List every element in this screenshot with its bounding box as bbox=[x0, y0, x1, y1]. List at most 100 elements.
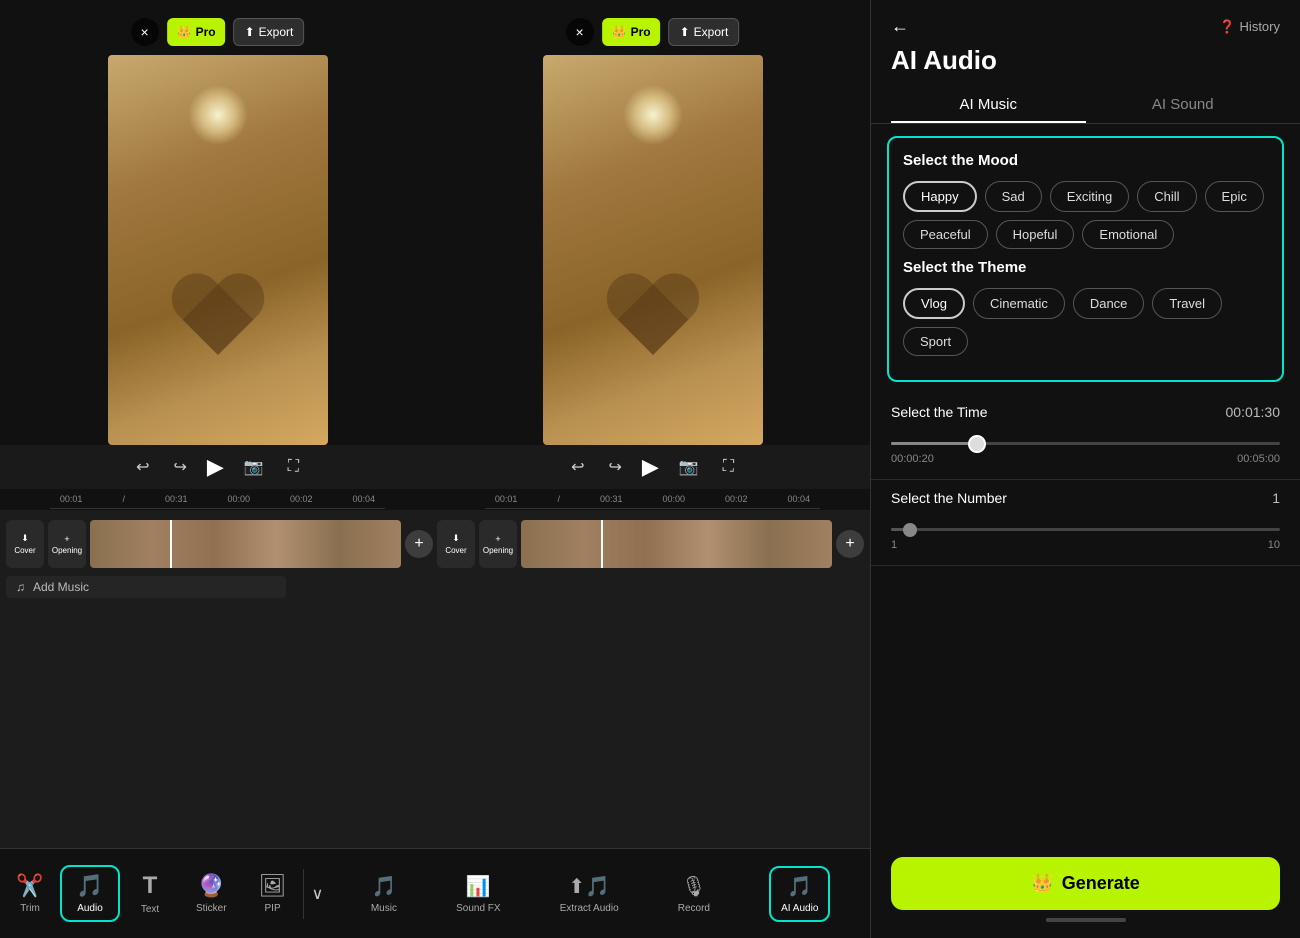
fullscreen-button-2[interactable]: ⛶ bbox=[719, 454, 738, 480]
heart-graphic-1 bbox=[168, 275, 268, 365]
mood-emotional[interactable]: Emotional bbox=[1082, 220, 1174, 249]
generate-label: Generate bbox=[1062, 873, 1140, 894]
camera-off-button-1[interactable]: 📷 bbox=[240, 453, 268, 481]
add-track-button-1[interactable]: + bbox=[405, 530, 433, 558]
tab-ai-music[interactable]: AI Music bbox=[891, 88, 1086, 123]
time-selector-label: Select the Time bbox=[891, 404, 988, 420]
upload-icon-1: ⬆ bbox=[245, 25, 255, 39]
trim-tool[interactable]: ✂️ Trim bbox=[0, 873, 60, 914]
number-slider-thumb[interactable] bbox=[903, 523, 917, 537]
pro-button-1[interactable]: 👑 Pro bbox=[167, 18, 226, 46]
plus-icon-2: + bbox=[495, 534, 500, 544]
extract-audio-tool[interactable]: ⬆🎵 Extract Audio bbox=[560, 874, 619, 914]
bottom-toolbar: ✂️ Trim 🎵 Audio T Text 🔮 Sticker 🖼 PIP ∨ bbox=[0, 848, 870, 938]
mood-exciting[interactable]: Exciting bbox=[1050, 181, 1130, 212]
time-slider-track bbox=[891, 442, 1280, 445]
heart-graphic-2 bbox=[603, 275, 703, 365]
timeline-track-1: ⬇ Cover + Opening + ⬇ Cover + Opening bbox=[0, 514, 870, 574]
time-slider-container[interactable]: 00:00:20 00:05:00 bbox=[891, 430, 1280, 469]
mood-epic[interactable]: Epic bbox=[1205, 181, 1264, 212]
audio-tool[interactable]: 🎵 Audio bbox=[60, 865, 120, 922]
timeline-ruler-1: 00:01 / 00:31 00:00 00:02 00:04 bbox=[50, 489, 385, 509]
number-slider-container[interactable]: 1 10 bbox=[891, 516, 1280, 555]
video-thumbnail-2 bbox=[543, 55, 763, 445]
mood-chill[interactable]: Chill bbox=[1137, 181, 1196, 212]
theme-vlog[interactable]: Vlog bbox=[903, 288, 965, 319]
pro-button-2[interactable]: 👑 Pro bbox=[602, 18, 661, 46]
ai-audio-tool[interactable]: 🎵 AI Audio bbox=[769, 866, 830, 922]
time-selector-value: 00:01:30 bbox=[1226, 404, 1281, 420]
fullscreen-button-1[interactable]: ⛶ bbox=[284, 454, 303, 480]
text-tool[interactable]: T Text bbox=[120, 872, 180, 915]
theme-dance[interactable]: Dance bbox=[1073, 288, 1145, 319]
theme-cinematic[interactable]: Cinematic bbox=[973, 288, 1065, 319]
timeline-area: ⬇ Cover + Opening + ⬇ Cover + Opening bbox=[0, 510, 870, 848]
plus-icon-1: + bbox=[64, 534, 69, 544]
play-button-1[interactable]: ▶ bbox=[207, 454, 224, 480]
add-track-button-2[interactable]: + bbox=[836, 530, 864, 558]
music-tool[interactable]: 🎵 Music bbox=[371, 874, 397, 914]
export-button-2[interactable]: ⬆ Export bbox=[669, 18, 740, 46]
mood-sad[interactable]: Sad bbox=[985, 181, 1042, 212]
music-note-icon: ♫ bbox=[16, 580, 25, 594]
cover-button-2[interactable]: ⬇ Cover bbox=[437, 520, 475, 568]
theme-travel[interactable]: Travel bbox=[1152, 288, 1222, 319]
track-strip-1[interactable] bbox=[90, 520, 401, 568]
theme-grid: Vlog Cinematic Dance Travel Sport bbox=[903, 288, 1268, 356]
sound-fx-icon: 📊 bbox=[466, 874, 491, 899]
video-panel-1: × 👑 Pro ⬆ Export ↩ ↪ ▶ bbox=[0, 10, 435, 510]
close-button-2[interactable]: × bbox=[566, 18, 594, 46]
video-thumbnail-1 bbox=[108, 55, 328, 445]
mood-hopeful[interactable]: Hopeful bbox=[996, 220, 1075, 249]
generate-button[interactable]: 👑 Generate bbox=[891, 857, 1280, 910]
expand-button[interactable]: ∨ bbox=[308, 880, 328, 908]
redo-button-2[interactable]: ↪ bbox=[604, 453, 625, 481]
sticker-icon: 🔮 bbox=[198, 873, 225, 899]
panel-header: ← ❓ History bbox=[871, 0, 1300, 45]
music-bar[interactable]: ♫ Add Music bbox=[6, 576, 286, 598]
number-min-label: 1 bbox=[891, 539, 897, 551]
cover-button-1[interactable]: ⬇ Cover bbox=[6, 520, 44, 568]
mood-peaceful[interactable]: Peaceful bbox=[903, 220, 988, 249]
mood-grid: Happy Sad Exciting Chill Epic Peaceful H… bbox=[903, 181, 1268, 249]
ai-audio-icon: 🎵 bbox=[787, 874, 812, 899]
play-button-2[interactable]: ▶ bbox=[642, 454, 659, 480]
theme-section: Select the Theme Vlog Cinematic Dance Tr… bbox=[903, 259, 1268, 356]
camera-off-button-2[interactable]: 📷 bbox=[675, 453, 703, 481]
export-button-1[interactable]: ⬆ Export bbox=[234, 18, 305, 46]
time-total-2: 00:31 bbox=[600, 494, 623, 504]
number-max-label: 10 bbox=[1268, 539, 1280, 551]
mood-happy[interactable]: Happy bbox=[903, 181, 977, 212]
sound-fx-tool[interactable]: 📊 Sound FX bbox=[456, 874, 500, 914]
record-label: Record bbox=[678, 903, 710, 914]
record-tool[interactable]: 🎙 Record bbox=[678, 874, 710, 914]
track-strip-2[interactable] bbox=[521, 520, 832, 568]
opening-button-2[interactable]: + Opening bbox=[479, 520, 517, 568]
undo-button-1[interactable]: ↩ bbox=[132, 453, 153, 481]
undo-button-2[interactable]: ↩ bbox=[567, 453, 588, 481]
back-button[interactable]: ← bbox=[891, 16, 909, 37]
time-slider-thumb[interactable] bbox=[968, 435, 986, 453]
opening-button-1[interactable]: + Opening bbox=[48, 520, 86, 568]
trim-icon: ✂️ bbox=[16, 873, 43, 899]
text-label: Text bbox=[141, 904, 159, 915]
timeline-ruler-2: 00:01 / 00:31 00:00 00:02 00:04 bbox=[485, 489, 820, 509]
pip-tool[interactable]: 🖼 PIP bbox=[243, 873, 303, 914]
cover-icon-1: ⬇ bbox=[21, 533, 29, 544]
scrollbar-hint bbox=[1046, 918, 1126, 922]
music-sec-label: Music bbox=[371, 903, 397, 914]
tab-ai-sound[interactable]: AI Sound bbox=[1086, 88, 1281, 123]
cover-icon-2: ⬇ bbox=[452, 533, 460, 544]
playhead-2 bbox=[601, 520, 603, 568]
record-icon: 🎙 bbox=[681, 874, 706, 899]
pip-icon: 🖼 bbox=[259, 873, 287, 899]
time-selector-header: Select the Time 00:01:30 bbox=[891, 404, 1280, 420]
close-button-1[interactable]: × bbox=[131, 18, 159, 46]
redo-button-1[interactable]: ↪ bbox=[169, 453, 190, 481]
theme-sport[interactable]: Sport bbox=[903, 327, 968, 356]
history-button[interactable]: ❓ History bbox=[1219, 19, 1280, 35]
sticker-tool[interactable]: 🔮 Sticker bbox=[180, 873, 243, 914]
crown-icon-1: 👑 bbox=[177, 25, 192, 39]
ai-audio-label: AI Audio bbox=[781, 903, 818, 914]
number-selector-label: Select the Number bbox=[891, 490, 1007, 506]
